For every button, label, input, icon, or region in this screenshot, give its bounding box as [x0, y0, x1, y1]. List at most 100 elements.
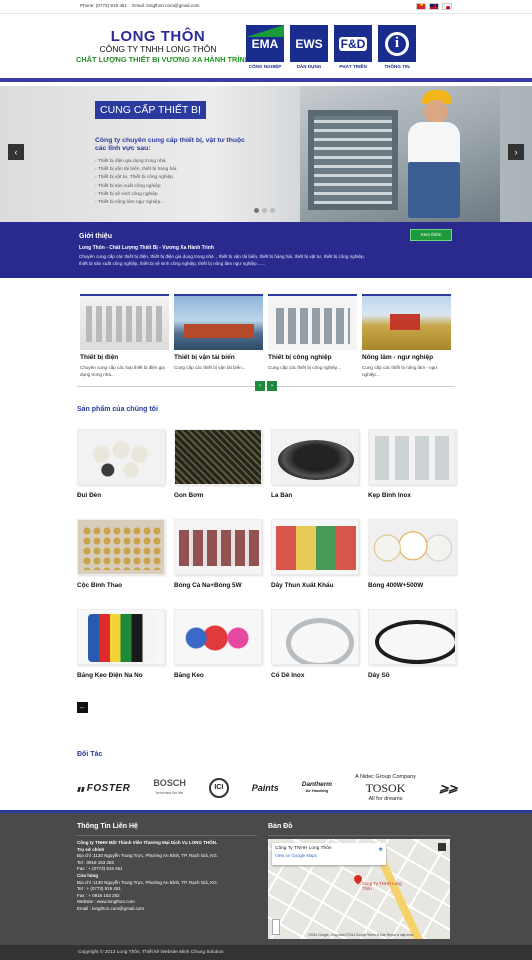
partner-logos: FOSTER BOSCH Invented for life ICI Paint… — [77, 770, 458, 806]
product-image[interactable] — [271, 429, 359, 485]
product-name[interactable]: Băng Keo Điện Na No — [77, 672, 165, 679]
save-star-icon[interactable]: ★ — [378, 846, 383, 853]
category-image-shipping[interactable] — [174, 294, 263, 350]
product-name[interactable]: Đui Đèn — [77, 492, 165, 499]
product-image[interactable] — [368, 429, 456, 485]
division-tiles: EMA CÔNG NGHIỆP EWS DÂN DỤNG F&D PHÁT TR… — [246, 25, 416, 71]
japan-flag-icon[interactable] — [442, 3, 452, 10]
tosok-logo[interactable]: A Nidec Group Company TOSOK All for drea… — [355, 772, 416, 805]
read-more-button[interactable]: Xem thêm — [410, 229, 452, 241]
product-card[interactable]: Đui Đèn — [77, 429, 165, 519]
product-image[interactable] — [174, 609, 262, 665]
product-card[interactable]: Kẹp Bình Inox — [368, 429, 456, 519]
category-title[interactable]: Thiết bị vận tải biển — [174, 354, 263, 361]
map-card-link[interactable]: View on Google Maps — [275, 853, 383, 858]
category-image-agriculture[interactable] — [362, 294, 451, 350]
product-image[interactable] — [77, 429, 165, 485]
foster-logo[interactable]: FOSTER — [77, 783, 130, 794]
paints-logo[interactable]: Paints — [252, 783, 279, 793]
product-name[interactable]: Bóng Cà Na+Bóng 5W — [174, 582, 262, 589]
category-title[interactable]: Nông lâm - ngư nghiệp — [362, 354, 451, 361]
tosok-tagline: All for dreams — [368, 795, 403, 802]
product-name[interactable]: Bóng 400W+500W — [368, 582, 456, 589]
map-pin-label: Công Ty TNHH Long Thôn — [362, 881, 402, 891]
tile-thong-tin[interactable]: i THÔNG TIN — [378, 25, 416, 71]
product-image[interactable] — [368, 519, 456, 575]
product-grid: Đui Đèn Gon Bơm La Bàn Kẹp Bình Inox Cộc… — [77, 429, 457, 699]
category-title[interactable]: Thiết bị điện — [80, 354, 169, 361]
product-card[interactable]: Băng Keo Điện Na No — [77, 609, 165, 699]
product-card[interactable]: Gon Bơm — [174, 429, 262, 519]
slider-dot[interactable] — [262, 208, 267, 213]
category-card[interactable]: Thiết bị điện Chuyên cung cấp các loại t… — [80, 294, 169, 378]
product-card[interactable]: La Bàn — [271, 429, 359, 519]
slider-next-button[interactable]: › — [508, 144, 524, 160]
electrical-panel-image — [308, 110, 398, 210]
category-card[interactable]: Thiết bị công nghiệp Cung cấp các thiết … — [268, 294, 357, 378]
product-image[interactable] — [77, 609, 165, 665]
product-card[interactable]: Băng Keo — [174, 609, 262, 699]
partner-logo-emblem[interactable]: ⩾⩾ — [439, 781, 458, 795]
product-card[interactable]: Bóng Cà Na+Bóng 5W — [174, 519, 262, 609]
category-card[interactable]: Nông lâm - ngư nghiệp Cung cấp các thiết… — [362, 294, 451, 378]
google-map[interactable]: Công Ty TNHH Long Thôn View on Google Ma… — [268, 839, 450, 939]
tile-label: PHÁT TRIỂN — [339, 64, 367, 69]
ici-logo[interactable]: ICI — [208, 778, 229, 798]
product-name[interactable]: La Bàn — [271, 492, 359, 499]
product-name[interactable]: Cổ Dê Inox — [271, 672, 359, 679]
brand-company: CÔNG TY TNHH LONG THÔN — [99, 44, 217, 54]
fullscreen-icon[interactable] — [438, 843, 446, 851]
product-card[interactable]: Dây Thun Xuất Khẩu — [271, 519, 359, 609]
map-zoom-control[interactable] — [272, 919, 280, 935]
product-image[interactable] — [271, 609, 359, 665]
dantherm-logo[interactable]: Dantherm Air Handling — [302, 781, 332, 795]
product-image[interactable] — [368, 609, 456, 665]
website-link[interactable]: Website : www.longthon.com — [77, 899, 262, 906]
bosch-logo[interactable]: BOSCH Invented for life — [153, 779, 186, 797]
tile-phat-trien[interactable]: F&D PHÁT TRIỂN — [334, 25, 372, 71]
uk-flag-icon[interactable] — [429, 3, 439, 10]
category-image-electrical[interactable] — [80, 294, 169, 350]
tile-cong-nghiep[interactable]: EMA CÔNG NGHIỆP — [246, 25, 284, 71]
store-address: Địa chỉ :1130 Nguyễn Trung Trực, Phường … — [77, 879, 219, 885]
ews-mark: EWS — [295, 36, 323, 51]
category-card[interactable]: Thiết bị vận tải biển Cung cấp các thiết… — [174, 294, 263, 378]
hq-fax: Fax : + (0773) 919 451 — [77, 866, 123, 872]
email-link[interactable]: Email : longthon.com@gmail.com — [77, 906, 262, 913]
category-title[interactable]: Thiết bị công nghiệp — [268, 354, 357, 361]
language-switcher — [416, 3, 452, 10]
vietnam-flag-icon[interactable] — [416, 3, 426, 10]
category-next-button[interactable]: › — [267, 381, 277, 391]
product-name[interactable]: Kẹp Bình Inox — [368, 492, 456, 499]
top-email[interactable]: Email: longthon.com@gmail.com — [132, 3, 199, 8]
slogan-part-a: CHẤT LƯỢNG THIẾT BỊ — [76, 55, 160, 64]
company-name: Công ty TNHH Một Thành Viên Thương Mại D… — [77, 840, 218, 845]
product-card[interactable]: Dây Sồ — [368, 609, 456, 699]
product-name[interactable]: Dây Sồ — [368, 672, 456, 679]
contact-info: Công ty TNHH Một Thành Viên Thương Mại D… — [77, 840, 262, 913]
intro-text: Chuyên cung cấp các thiết bị điện, thiết… — [79, 254, 365, 266]
dantherm-tagline: Air Handling — [305, 789, 329, 793]
back-arrow-button[interactable]: ← — [77, 702, 88, 713]
product-name[interactable]: Gon Bơm — [174, 492, 262, 499]
site-header: LONG THÔN CÔNG TY TNHH LONG THÔN CHẤT LƯ… — [0, 14, 532, 82]
product-image[interactable] — [174, 429, 262, 485]
category-image-industrial[interactable] — [268, 294, 357, 350]
product-image[interactable] — [77, 519, 165, 575]
category-prev-button[interactable]: ‹ — [255, 381, 265, 391]
slider-dot[interactable] — [270, 208, 275, 213]
brand-logo[interactable]: LONG THÔN CÔNG TY TNHH LONG THÔN CHẤT LƯ… — [76, 29, 250, 65]
product-name[interactable]: Dây Thun Xuất Khẩu — [271, 582, 359, 589]
slider-dot[interactable] — [254, 208, 259, 213]
slide-list-item: Thiết bị điện gia dụng trong nhà. — [95, 158, 177, 166]
product-name[interactable]: Cộc Bình Thao — [77, 582, 165, 589]
product-card[interactable]: Cổ Dê Inox — [271, 609, 359, 699]
product-image[interactable] — [174, 519, 262, 575]
slider-prev-button[interactable]: ‹ — [8, 144, 24, 160]
tile-dan-dung[interactable]: EWS DÂN DỤNG — [290, 25, 328, 71]
product-name[interactable]: Băng Keo — [174, 672, 262, 679]
slide-list-item: Thiết bị vật tư, Thiết bị công nghiệp. — [95, 174, 177, 182]
product-image[interactable] — [271, 519, 359, 575]
product-card[interactable]: Bóng 400W+500W — [368, 519, 456, 609]
product-card[interactable]: Cộc Bình Thao — [77, 519, 165, 609]
